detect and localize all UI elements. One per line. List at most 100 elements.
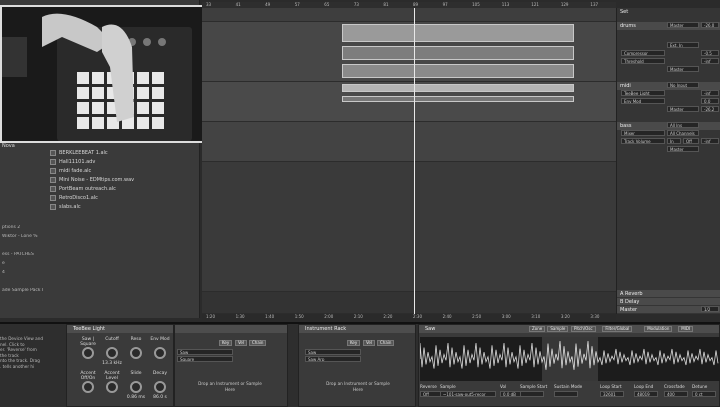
waveform-display[interactable]	[419, 337, 720, 381]
playhead[interactable]	[414, 8, 415, 314]
monitor-in-bass[interactable]: In	[667, 138, 681, 144]
tab-chain-1[interactable]: Chain	[249, 340, 267, 346]
sampler-param-value[interactable]	[520, 391, 544, 397]
track-lane-drums[interactable]	[202, 8, 616, 22]
sampler-tab[interactable]: Sample	[547, 326, 569, 332]
file-icon	[50, 158, 56, 165]
browser-place[interactable]	[0, 279, 48, 288]
drum-clip-2[interactable]	[342, 46, 574, 60]
master-val[interactable]: 1/2	[701, 306, 719, 312]
sampler-tab[interactable]: Filter/Global	[602, 326, 633, 332]
compressor-select[interactable]: Compressor	[621, 50, 665, 56]
browser-place[interactable]: ess - PATCHES	[0, 252, 48, 261]
drop-hint-1[interactable]: Drop an Instrument or Sample Here	[195, 381, 265, 392]
knob[interactable]	[154, 381, 166, 393]
output-select-drums[interactable]: Master	[667, 22, 699, 28]
track-lane-drums-clips[interactable]	[202, 22, 616, 82]
chain-row-1[interactable]: Saw	[177, 349, 233, 355]
midi-clip[interactable]	[342, 84, 574, 92]
browser-place[interactable]: Wiktor - Lone %	[0, 234, 48, 243]
val-bass-1[interactable]: -inf	[701, 138, 719, 144]
time-label: 2:20	[383, 314, 393, 319]
knob[interactable]	[106, 381, 118, 393]
input-select-midi[interactable]: No Input	[667, 82, 699, 88]
arrangement-view[interactable]	[202, 8, 616, 314]
param-select-midi[interactable]: Env Mod	[621, 98, 665, 104]
bar-number: 65	[324, 2, 330, 7]
knob[interactable]	[130, 347, 142, 359]
knob[interactable]	[130, 381, 142, 393]
browser-file[interactable]: slabs.alc	[48, 202, 198, 211]
return-a[interactable]: A Reverb	[617, 290, 720, 297]
browser-file[interactable]: Hall11101.adv	[48, 157, 198, 166]
sampler-param-value[interactable]: 32601	[600, 391, 624, 397]
return-b[interactable]: B Delay	[617, 298, 720, 305]
browser-file[interactable]: RetroDisco1.alc	[48, 193, 198, 202]
device-rack-2[interactable]: Instrument Rack Key Vel Chain Saw Saw Ar…	[298, 324, 416, 407]
time-ruler[interactable]: 1:20 1:30 1:40 1:50 2:00 2:10 2:20 2:30 2:40 2:50…	[202, 314, 616, 320]
tab-key-2[interactable]: Key	[347, 340, 361, 346]
tab-chain-2[interactable]: Chain	[377, 340, 395, 346]
sampler-tab[interactable]: Modulation	[644, 326, 673, 332]
tab-vel-1[interactable]: Vel	[235, 340, 247, 346]
chain-row-4[interactable]: Saw Arp	[305, 356, 361, 362]
video-title: Nova	[2, 143, 15, 149]
output-bass-master[interactable]: Master	[667, 146, 699, 152]
device-select-midi[interactable]: TeeBee Light	[621, 90, 665, 96]
track-lane-bass[interactable]	[202, 122, 616, 162]
bar-number: 33	[206, 2, 212, 7]
sampler-tab[interactable]: Zone	[529, 326, 546, 332]
track-lane-midi[interactable]	[202, 82, 616, 122]
knob[interactable]	[106, 347, 118, 359]
knob[interactable]	[82, 347, 94, 359]
browser-place[interactable]: ade Sample Pack I	[0, 288, 48, 297]
drum-clip[interactable]	[342, 24, 574, 42]
device-teebee[interactable]: TeeBee Light Saw | Square Cutoff 13.3 kHz R…	[66, 324, 174, 407]
sampler-param-value[interactable]: 400	[664, 391, 688, 397]
volume-drums[interactable]: -26.0	[701, 22, 719, 28]
output-midi-master[interactable]: Master	[667, 106, 699, 112]
knob-label: Slide	[130, 371, 142, 376]
browser-file[interactable]: PortBeam outreach.alc	[48, 184, 198, 193]
knob[interactable]	[154, 347, 166, 359]
sampler-param-value[interactable]: 48019	[634, 391, 658, 397]
return-lanes[interactable]	[202, 292, 616, 314]
val-midi-3[interactable]: -26.2	[701, 106, 719, 112]
drop-hint-2[interactable]: Drop an Instrument or Sample Here	[323, 381, 393, 392]
param-select-bass[interactable]: Track Volume	[621, 138, 665, 144]
device-title-rack1	[175, 325, 287, 333]
sampler-tab[interactable]: MIDI	[678, 326, 694, 332]
tab-key-1[interactable]: Key	[219, 340, 233, 346]
chain-row-2[interactable]: Square	[177, 356, 233, 362]
val-midi-2[interactable]: 0.0	[701, 98, 719, 104]
val-midi-1[interactable]: -inf	[701, 90, 719, 96]
browser-place[interactable]: 4	[0, 270, 48, 279]
device-select-bass[interactable]: Mixer	[621, 130, 665, 136]
level-drums-2[interactable]: -inf	[701, 58, 719, 64]
input-select-drums[interactable]: Ext. In	[667, 42, 699, 48]
browser-place[interactable]: e	[0, 261, 48, 270]
sampler-param-value[interactable]: 0 ct	[692, 391, 716, 397]
browser-file[interactable]: midi fade.alc	[48, 166, 198, 175]
chain-row-3[interactable]: Saw	[305, 349, 361, 355]
threshold-select[interactable]: Threshold	[621, 58, 665, 64]
monitor-off-bass[interactable]: Off	[683, 138, 699, 144]
sampler-tab[interactable]: Pitch/Osc	[571, 326, 596, 332]
level-drums[interactable]: -0.5	[701, 50, 719, 56]
sampler-param-value[interactable]	[554, 391, 578, 397]
tab-vel-2[interactable]: Vel	[363, 340, 375, 346]
browser-file[interactable]: BERKLEEBEAT 1.alc	[48, 148, 198, 157]
browser-file[interactable]: Mini Noise - EDMtips.com.wav	[48, 175, 198, 184]
device-rack-1[interactable]: Key Vel Chain Saw Square Drop an Instrum…	[174, 324, 288, 407]
sampler-param-value[interactable]: ~101-saw-out5-recor	[440, 391, 496, 397]
input-select-bass[interactable]: All Ins	[667, 122, 699, 128]
drum-clip-3[interactable]	[342, 64, 574, 78]
empty-lane[interactable]	[202, 162, 616, 292]
browser-place[interactable]: ptions 2	[0, 225, 48, 234]
browser-place[interactable]	[0, 243, 48, 252]
automation-clip[interactable]	[342, 96, 574, 102]
knob[interactable]	[82, 381, 94, 393]
sampler-param-label: Crossfade	[664, 384, 685, 389]
output-drums-master[interactable]: Master	[667, 66, 699, 72]
channel-select-bass[interactable]: All Channels	[667, 130, 699, 136]
